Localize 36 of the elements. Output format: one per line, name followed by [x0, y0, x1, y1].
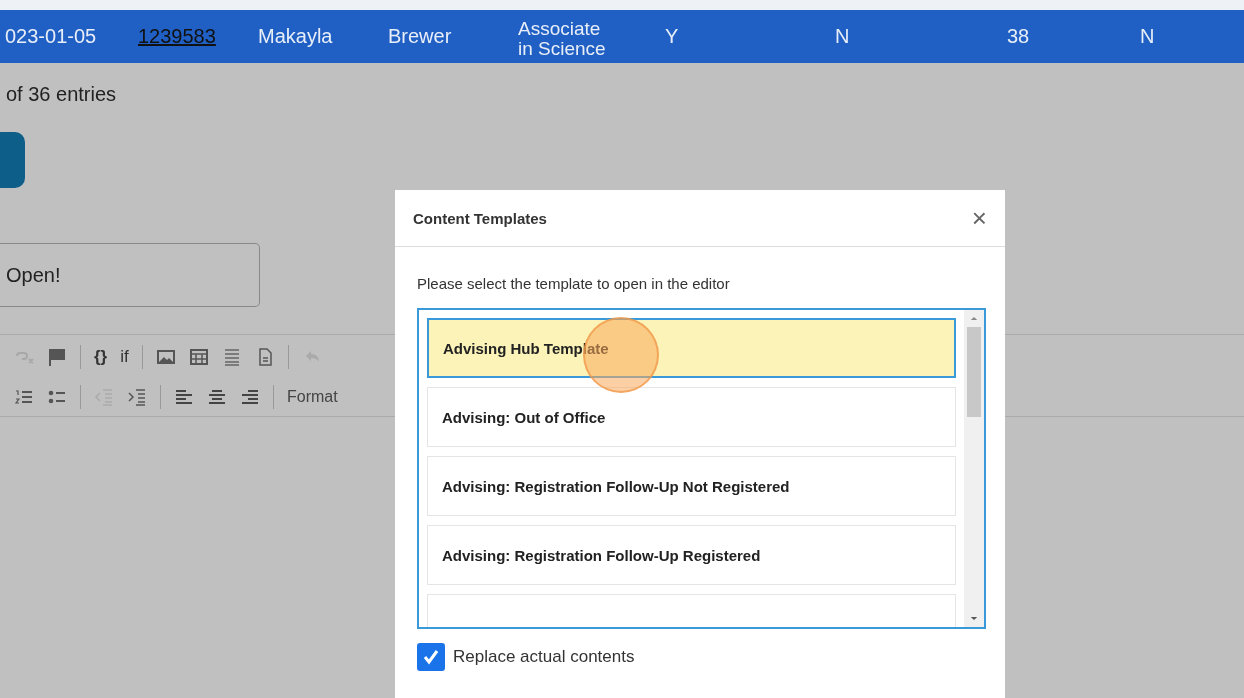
- action-button[interactable]: [0, 132, 25, 188]
- template-item[interactable]: Advising: Registration Follow-Up Not Registered: [427, 456, 956, 516]
- template-item[interactable]: Advising Hub Template: [427, 318, 956, 378]
- table-cell-text: 023-01-05: [5, 24, 97, 49]
- braces-button[interactable]: {}: [94, 347, 108, 367]
- template-item[interactable]: Advising: Registration Follow-Up Registered: [427, 525, 956, 585]
- align-center-icon[interactable]: [207, 387, 227, 407]
- table-cell-text: Makayla: [258, 24, 333, 49]
- table-cell-text: Y: [665, 24, 679, 49]
- table-cell-text: N: [1140, 24, 1155, 49]
- scrollbar-thumb[interactable]: [967, 327, 981, 417]
- checkbox[interactable]: [417, 643, 445, 671]
- indent-icon[interactable]: [127, 387, 147, 407]
- image-icon[interactable]: [155, 347, 176, 367]
- subject-field[interactable]: Open!: [0, 243, 260, 307]
- flag-icon[interactable]: [47, 347, 67, 367]
- table-icon[interactable]: [188, 347, 209, 367]
- checkbox-label: Replace actual contents: [453, 647, 635, 667]
- scroll-down-icon[interactable]: [970, 616, 978, 621]
- format-dropdown[interactable]: Format: [287, 388, 338, 406]
- table-cell-text: 38: [1007, 24, 1030, 49]
- if-button[interactable]: if: [120, 347, 129, 367]
- scroll-up-icon[interactable]: [970, 316, 978, 321]
- scrollbar[interactable]: [964, 310, 984, 627]
- close-button[interactable]: ×: [971, 205, 987, 231]
- checkmark-icon: [421, 647, 441, 667]
- dialog-title: Content Templates: [413, 209, 547, 227]
- table-cell-text: N: [835, 24, 850, 49]
- dialog-prompt: Please select the template to open in the editor: [417, 275, 731, 292]
- template-item[interactable]: Advising: Out of Office: [427, 387, 956, 447]
- numbered-list-icon[interactable]: [14, 387, 34, 407]
- entries-info: of 36 entries: [6, 83, 118, 106]
- align-right-icon[interactable]: [240, 387, 260, 407]
- align-left-icon[interactable]: [174, 387, 194, 407]
- table-cell-text: Associate in Science: [518, 17, 607, 61]
- table-cell-text: Brewer: [388, 24, 452, 49]
